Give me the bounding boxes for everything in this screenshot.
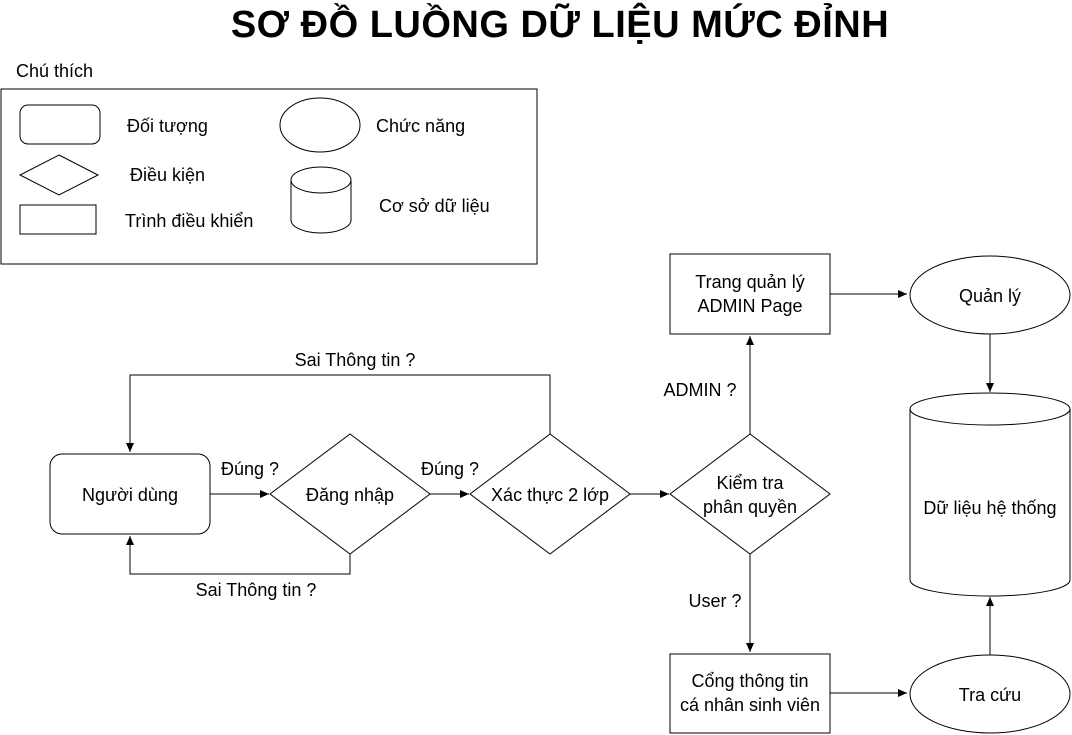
node-twofa-label: Xác thực 2 lớp — [491, 485, 609, 505]
legend-function-shape — [279, 97, 361, 153]
legend-heading: Chú thích — [16, 61, 93, 81]
legend-controller-shape — [19, 204, 97, 235]
node-admin-label-2: ADMIN Page — [697, 296, 802, 316]
node-user-label: Người dùng — [82, 485, 178, 505]
node-db-label: Dữ liệu hệ thống — [923, 498, 1056, 518]
node-admin-label-1: Trang quản lý — [695, 272, 804, 292]
legend-database-label: Cơ sở dữ liệu — [379, 196, 490, 216]
edge-label-correct-1: Đúng ? — [221, 459, 279, 479]
node-permission-label-1: Kiểm tra — [716, 473, 784, 493]
node-lookup-label: Tra cứu — [959, 685, 1021, 705]
edge-login-wrong-loop — [126, 536, 351, 575]
node-login-label: Đăng nhập — [306, 485, 394, 505]
edge-label-admin: ADMIN ? — [663, 380, 736, 400]
legend-object-label: Đối tượng — [127, 116, 208, 136]
edge-label-correct-2: Đúng ? — [421, 459, 479, 479]
edge-label-user: User ? — [688, 591, 741, 611]
legend-condition-label: Điều kiện — [130, 165, 205, 185]
legend-function-label: Chức năng — [376, 116, 465, 136]
legend-condition-shape — [18, 154, 100, 196]
dataflow-diagram: Chú thích Đối tượng Chức năng Điều kiện … — [0, 61, 1071, 734]
node-manage-label: Quản lý — [959, 286, 1021, 306]
node-portal-label-2: cá nhân sinh viên — [680, 695, 820, 715]
node-student-portal — [669, 653, 831, 734]
edge-twofa-wrong-loop — [126, 374, 551, 452]
node-admin-page — [669, 253, 831, 335]
node-system-database — [909, 392, 1071, 597]
legend-object-shape — [19, 104, 101, 145]
node-portal-label-1: Cổng thông tin — [691, 671, 808, 691]
edge-label-wrong-bottom: Sai Thông tin ? — [196, 580, 317, 600]
legend-database-shape — [290, 166, 352, 234]
legend-controller-label: Trình điều khiển — [125, 211, 253, 231]
node-permission — [669, 433, 831, 555]
edge-label-wrong-top: Sai Thông tin ? — [295, 350, 416, 370]
node-permission-label-2: phân quyền — [703, 497, 797, 517]
